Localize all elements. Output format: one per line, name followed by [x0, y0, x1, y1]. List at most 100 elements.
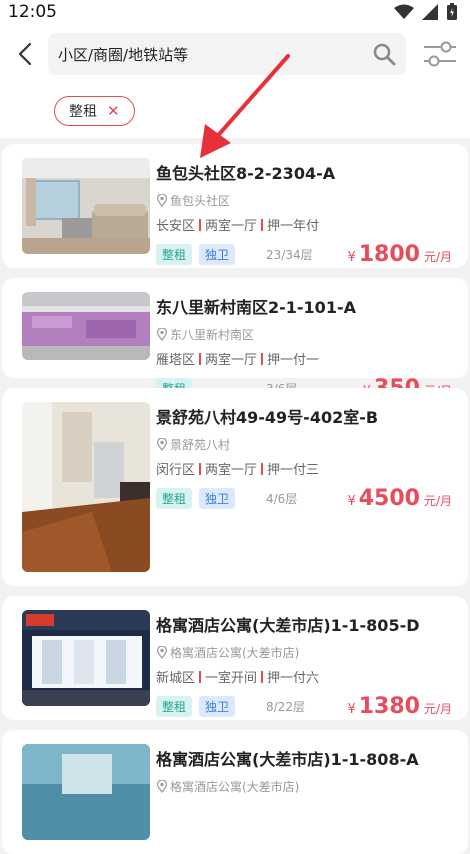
divider	[199, 462, 202, 475]
listing-info: 鱼包头社区8-2-2304-A 鱼包头社区 长安区 两室一厅 押一年付 整租 独…	[150, 158, 452, 267]
divider	[261, 462, 264, 475]
location-pin-icon	[156, 646, 168, 659]
listing-price: ¥ 1380 元/月	[347, 694, 452, 719]
price-unit: 元/月	[423, 701, 452, 716]
listing-title[interactable]: 景舒苑八村49-49号-402室-B	[156, 404, 452, 428]
currency-symbol: ¥	[347, 249, 356, 265]
listing-meta: 闵行区 两室一厅 押一付三	[156, 459, 452, 478]
remove-filter-icon[interactable]: ✕	[107, 102, 120, 120]
listing-district: 闵行区	[156, 463, 196, 478]
listing-info: 格寓酒店公寓(大差市店)1-1-808-A 格寓酒店公寓(大差市店)	[150, 744, 452, 840]
price-value: 1800	[358, 241, 420, 267]
battery-icon	[447, 3, 457, 20]
back-button[interactable]	[14, 39, 36, 69]
filter-chip-label: 整租	[69, 104, 97, 120]
listing-card[interactable]: 鱼包头社区8-2-2304-A 鱼包头社区 长安区 两室一厅 押一年付 整租 独…	[2, 144, 468, 268]
listing-price: ¥ 4500 元/月	[347, 486, 452, 511]
listing-meta: 雁塔区 两室一厅 押一付一	[156, 349, 452, 368]
tag-private-bath: 独卫	[199, 487, 236, 509]
listing-payment: 押一年付	[267, 219, 320, 234]
back-arrow-icon	[18, 42, 32, 66]
price-unit: 元/月	[423, 493, 452, 508]
tag-whole-rent: 整租	[156, 243, 193, 265]
listing-info: 东八里新村南区2-1-101-A 东八里新村南区 雁塔区 两室一厅 押一付一 整…	[150, 292, 452, 401]
listing-location: 东八里新村南区	[156, 326, 452, 343]
listing-district: 雁塔区	[156, 353, 196, 368]
filter-sliders-icon	[424, 41, 456, 67]
listing-layout: 两室一厅	[205, 219, 258, 234]
listing-footer: 整租 独卫 4/6层 ¥ 4500 元/月	[156, 486, 452, 511]
listing-location: 景舒苑八村	[156, 436, 452, 453]
listing-community: 景舒苑八村	[170, 438, 231, 452]
status-bar: 12:05	[0, 0, 470, 24]
listing-card[interactable]: 东八里新村南区2-1-101-A 东八里新村南区 雁塔区 两室一厅 押一付一 整…	[2, 278, 468, 401]
divider	[261, 218, 264, 231]
listing-meta: 新城区 一室开间 押一付六	[156, 667, 452, 686]
listing-card[interactable]: 格寓酒店公寓(大差市店)1-1-805-D 格寓酒店公寓(大差市店) 新城区 一…	[2, 596, 468, 720]
divider	[199, 218, 202, 231]
search-input[interactable]: 小区/商圈/地铁站等	[58, 44, 372, 65]
listing-payment: 押一付六	[267, 671, 320, 686]
signal-icon	[422, 4, 438, 20]
price-unit: 元/月	[423, 249, 452, 264]
tag-private-bath: 独卫	[199, 695, 236, 717]
price-value: 1380	[358, 693, 420, 719]
listing-floor: 23/34层	[266, 247, 313, 262]
listing-footer: 整租 独卫 8/22层 ¥ 1380 元/月	[156, 694, 452, 719]
listing-info: 格寓酒店公寓(大差市店)1-1-805-D 格寓酒店公寓(大差市店) 新城区 一…	[150, 610, 452, 719]
listing-photo	[22, 158, 150, 254]
listing-title[interactable]: 鱼包头社区8-2-2304-A	[156, 160, 452, 184]
tag-whole-rent: 整租	[156, 695, 193, 717]
status-time: 12:05	[8, 2, 57, 22]
active-filters: 整租 ✕	[0, 84, 470, 138]
listing-price: ¥ 1800 元/月	[347, 242, 452, 267]
location-pin-icon	[156, 438, 168, 451]
listing-title[interactable]: 东八里新村南区2-1-101-A	[156, 294, 452, 318]
search-bar[interactable]: 小区/商圈/地铁站等	[48, 33, 406, 75]
wifi-icon	[394, 4, 414, 19]
listing-community: 格寓酒店公寓(大差市店)	[170, 646, 300, 660]
listing-meta: 长安区 两室一厅 押一年付	[156, 215, 452, 234]
listing-location: 格寓酒店公寓(大差市店)	[156, 778, 452, 795]
currency-symbol: ¥	[347, 701, 356, 717]
status-icons	[394, 3, 458, 21]
listing-layout: 一室开间	[205, 671, 258, 686]
search-icon[interactable]	[372, 42, 396, 66]
header: 小区/商圈/地铁站等	[0, 24, 470, 84]
divider	[199, 670, 202, 683]
location-pin-icon	[156, 194, 168, 207]
listing-community: 东八里新村南区	[170, 328, 255, 342]
listing-footer: 整租 独卫 23/34层 ¥ 1800 元/月	[156, 242, 452, 267]
listing-photo	[22, 744, 150, 840]
tag-private-bath: 独卫	[199, 243, 236, 265]
listing-location: 格寓酒店公寓(大差市店)	[156, 644, 452, 661]
listing-title[interactable]: 格寓酒店公寓(大差市店)1-1-808-A	[156, 746, 452, 770]
listing-photo	[22, 610, 150, 706]
filter-chip-whole-rent[interactable]: 整租 ✕	[54, 96, 135, 126]
listing-layout: 两室一厅	[205, 463, 258, 478]
listing-community: 鱼包头社区	[170, 194, 231, 208]
filter-button[interactable]	[420, 34, 460, 74]
listing-layout: 两室一厅	[205, 353, 258, 368]
listing-floor: 8/22层	[266, 699, 305, 714]
listing-photo	[22, 292, 150, 360]
divider	[261, 352, 264, 365]
listing-photo	[22, 402, 150, 572]
location-pin-icon	[156, 328, 168, 341]
divider	[261, 670, 264, 683]
listing-title[interactable]: 格寓酒店公寓(大差市店)1-1-805-D	[156, 612, 452, 636]
listing-info: 景舒苑八村49-49号-402室-B 景舒苑八村 闵行区 两室一厅 押一付三 整…	[150, 402, 452, 572]
listing-list: 鱼包头社区8-2-2304-A 鱼包头社区 长安区 两室一厅 押一年付 整租 独…	[0, 138, 470, 854]
listing-card[interactable]: 格寓酒店公寓(大差市店)1-1-808-A 格寓酒店公寓(大差市店)	[2, 730, 468, 854]
divider	[199, 352, 202, 365]
listing-floor: 4/6层	[266, 491, 298, 506]
tag-whole-rent: 整租	[156, 487, 193, 509]
location-pin-icon	[156, 780, 168, 793]
listing-district: 新城区	[156, 671, 196, 686]
listing-card[interactable]: 景舒苑八村49-49号-402室-B 景舒苑八村 闵行区 两室一厅 押一付三 整…	[2, 388, 468, 586]
price-value: 4500	[358, 485, 420, 511]
listing-community: 格寓酒店公寓(大差市店)	[170, 780, 300, 794]
listing-payment: 押一付一	[267, 353, 320, 368]
listing-payment: 押一付三	[267, 463, 320, 478]
listing-location: 鱼包头社区	[156, 192, 452, 209]
